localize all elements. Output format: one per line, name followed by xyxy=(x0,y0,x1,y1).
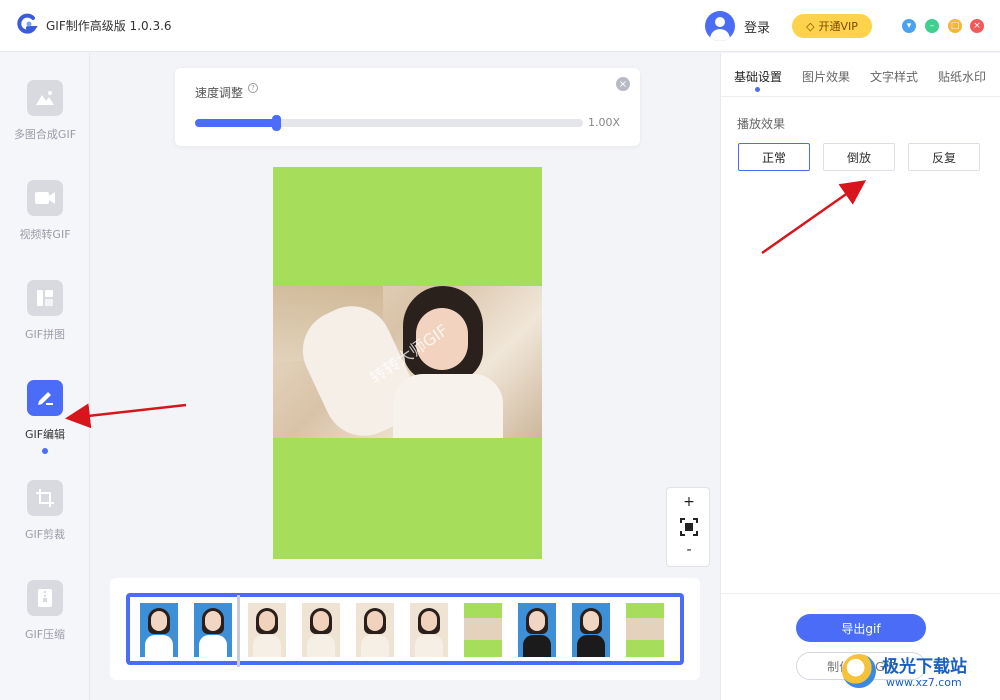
speed-panel: 速度调整 ? × 1.00X xyxy=(175,68,640,146)
close-icon[interactable]: × xyxy=(616,77,630,91)
frame-thumbnail[interactable] xyxy=(410,603,448,657)
playhead-marker[interactable] xyxy=(237,595,240,667)
playback-repeat-button[interactable]: 反复 xyxy=(908,143,980,171)
sidebar-item-video-to-gif[interactable]: 视频转GIF xyxy=(0,180,90,260)
sidebar-item-label: GIF编辑 xyxy=(24,428,66,441)
slider-thumb[interactable] xyxy=(272,115,282,131)
frame-thumbnail[interactable] xyxy=(518,603,556,657)
gif-preview: 转转大师GIF xyxy=(273,167,542,559)
export-gif-button[interactable]: 导出gif xyxy=(796,614,926,642)
site-url: www.xz7.com xyxy=(886,676,962,689)
mountain-image-icon xyxy=(27,80,63,116)
frame-thumbnail[interactable] xyxy=(356,603,394,657)
sidebar-item-multi-image-gif[interactable]: 多图合成GIF xyxy=(0,80,90,160)
speed-value: 1.00X xyxy=(588,116,621,129)
minimize-icon[interactable]: – xyxy=(925,19,939,33)
speed-label: 速度调整 xyxy=(195,86,244,100)
playback-normal-button[interactable]: 正常 xyxy=(738,143,810,171)
zoom-out-button[interactable]: - xyxy=(667,542,711,558)
playback-reverse-button[interactable]: 倒放 xyxy=(823,143,895,171)
frame-thumbnail[interactable] xyxy=(302,603,340,657)
help-icon[interactable]: ? xyxy=(248,83,258,93)
app-title: GIF制作高级版 1.0.3.6 xyxy=(46,19,172,33)
title-bar: GIF制作高级版 1.0.3.6 登录 ◇ 开通VIP ▾ – □ × xyxy=(0,0,1000,52)
sidebar: 多图合成GIF 视频转GIF GIF拼图 GIF编辑 GIF剪裁 GIF压缩 xyxy=(0,53,90,700)
frame-thumbnail[interactable] xyxy=(626,603,664,657)
sidebar-item-gif-crop[interactable]: GIF剪裁 xyxy=(0,480,90,560)
vip-button[interactable]: ◇ 开通VIP xyxy=(792,14,872,38)
playback-effect-label: 播放效果 xyxy=(737,117,786,131)
divider xyxy=(721,593,1000,594)
settings-panel: 基础设置 图片效果 文字样式 贴纸水印 播放效果 正常 倒放 反复 导出gif … xyxy=(720,53,1000,700)
zip-file-icon xyxy=(27,580,63,616)
login-button[interactable]: 登录 xyxy=(744,17,770,36)
menu-icon[interactable]: ▾ xyxy=(902,19,916,33)
tab-sticker-watermark[interactable]: 贴纸水印 xyxy=(938,68,986,85)
site-watermark: 极光下载站 www.xz7.com xyxy=(842,650,992,694)
avatar-icon[interactable] xyxy=(705,11,735,41)
frame-thumbnail[interactable] xyxy=(140,603,178,657)
sidebar-item-gif-edit[interactable]: GIF编辑 xyxy=(0,380,90,460)
frame-thumbnail[interactable] xyxy=(194,603,232,657)
slider-fill xyxy=(195,119,277,127)
tab-text-style[interactable]: 文字样式 xyxy=(870,68,918,85)
video-camera-icon xyxy=(27,180,63,216)
vip-label: 开通VIP xyxy=(818,20,858,33)
frame-strip xyxy=(110,578,700,680)
tab-image-effects[interactable]: 图片效果 xyxy=(802,68,850,85)
sidebar-item-gif-compress[interactable]: GIF压缩 xyxy=(0,580,90,660)
range-handle-right[interactable] xyxy=(676,611,680,647)
frame-thumbnail[interactable] xyxy=(464,603,502,657)
active-tab-indicator xyxy=(755,87,760,92)
sidebar-item-label: 多图合成GIF xyxy=(13,128,77,141)
close-icon[interactable]: × xyxy=(970,19,984,33)
speed-slider[interactable] xyxy=(195,115,583,131)
maximize-icon[interactable]: □ xyxy=(948,19,962,33)
diamond-icon: ◇ xyxy=(806,19,815,33)
sidebar-item-label: GIF拼图 xyxy=(24,328,66,341)
zoom-in-button[interactable]: + xyxy=(667,494,711,510)
app-logo-icon xyxy=(17,13,38,34)
frame-range-selector[interactable] xyxy=(126,593,684,667)
crop-icon xyxy=(27,480,63,516)
active-indicator xyxy=(42,448,48,454)
preview-photo: 转转大师GIF xyxy=(273,286,542,438)
site-name: 极光下载站 xyxy=(882,657,967,677)
fit-screen-icon[interactable] xyxy=(667,518,711,539)
site-logo-icon xyxy=(842,654,876,688)
sidebar-item-label: GIF压缩 xyxy=(24,628,66,641)
range-handle-left[interactable] xyxy=(130,611,134,647)
tab-basic-settings[interactable]: 基础设置 xyxy=(734,68,782,85)
zoom-controls: + - xyxy=(666,487,710,567)
settings-tabs: 基础设置 图片效果 文字样式 贴纸水印 xyxy=(721,53,1000,97)
sidebar-item-gif-collage[interactable]: GIF拼图 xyxy=(0,280,90,360)
frame-thumbnail[interactable] xyxy=(248,603,286,657)
sidebar-item-label: 视频转GIF xyxy=(19,228,71,241)
sidebar-item-label: GIF剪裁 xyxy=(24,528,66,541)
edit-pen-icon xyxy=(27,380,63,416)
frame-thumbnail[interactable] xyxy=(572,603,610,657)
collage-icon xyxy=(27,280,63,316)
